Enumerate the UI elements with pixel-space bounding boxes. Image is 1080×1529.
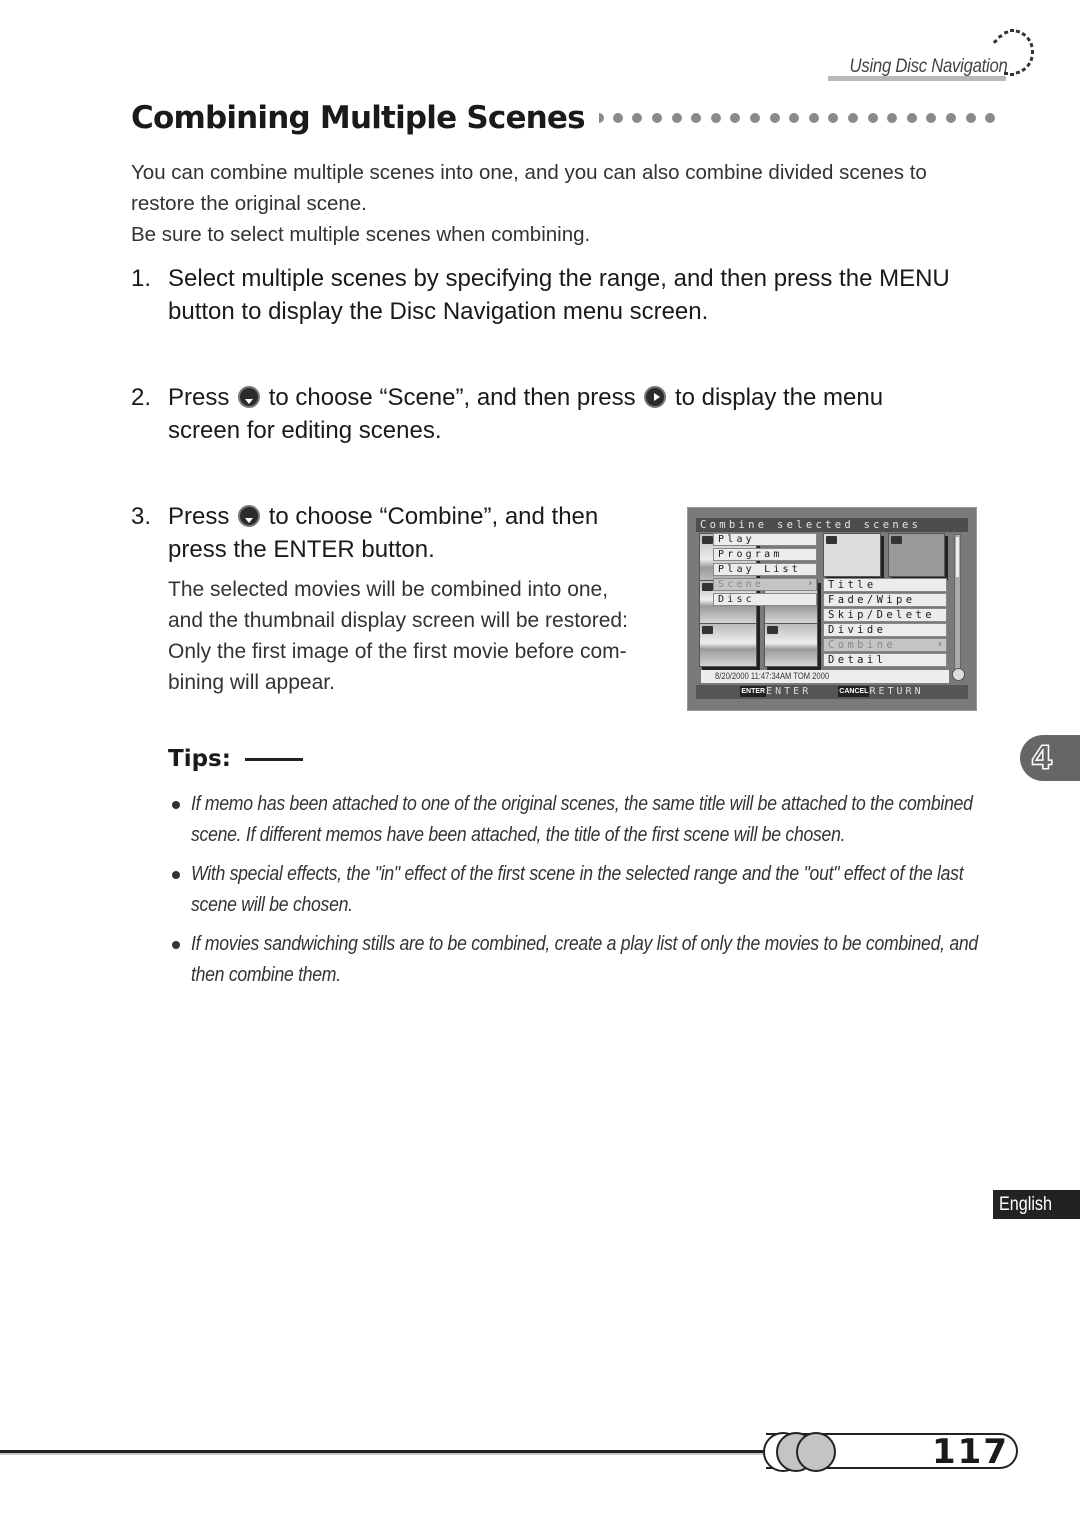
tip-text: If memo has been attached to one of the … [191, 793, 973, 846]
footer-rule [0, 1450, 790, 1455]
description-line: bining will appear. [168, 671, 335, 694]
title-dot-leader [598, 113, 1005, 123]
step-1: 1. Select multiple scenes by specifying … [131, 262, 981, 328]
menu-item-play: Play [713, 533, 817, 546]
camera-icon [767, 626, 778, 634]
step-text: Press [168, 503, 230, 530]
step-3-description: The selected movies will be combined int… [168, 574, 668, 698]
enter-key-icon: ENTER [740, 686, 767, 697]
tip-text: If movies sandwiching stills are to be c… [191, 933, 978, 986]
cancel-key-icon: CANCEL [838, 686, 870, 697]
scene-thumbnail [699, 623, 757, 667]
camera-icon [826, 536, 837, 544]
description-line: Only the first image of the first movie … [168, 640, 627, 663]
step-text: to choose “Scene”, and then press [268, 384, 636, 411]
language-tag: English [993, 1190, 1080, 1219]
menu-item-scene: Scene [713, 578, 817, 591]
submenu-item-detail: Detail [823, 653, 947, 668]
step-number: 3. [131, 503, 152, 530]
scene-thumbnail [764, 623, 818, 667]
intro-paragraph: Be sure to select multiple scenes when c… [131, 223, 591, 246]
tips-heading: Tips: [168, 746, 303, 772]
menu-screen-illustration: Combine selected scenes Play Program Pla… [687, 507, 977, 711]
step-text: to choose “Combine”, and then press the … [168, 503, 599, 563]
down-button-icon [238, 505, 261, 527]
screen-footer: ENTERENTER CANCELRETURN [696, 685, 968, 699]
screen-title: Combine selected scenes [696, 518, 968, 532]
submenu-item-combine: Combine [823, 638, 947, 653]
step-2: 2. Press to choose “Scene”, and then pre… [131, 381, 931, 447]
scene-thumbnail [823, 533, 881, 577]
submenu-item-title: Title [823, 578, 947, 592]
footer-circle-decoration [796, 1432, 836, 1472]
step-text: Press [168, 384, 230, 411]
language-label: English [999, 1194, 1052, 1215]
tip-item: If memo has been attached to one of the … [168, 789, 988, 851]
chapter-number: 4 [1030, 738, 1054, 778]
tip-text: With special effects, the "in" effect of… [191, 863, 964, 916]
header-section-title: Using Disc Navigation [849, 56, 1008, 77]
tips-label: Tips: [168, 746, 231, 772]
intro-paragraph: You can combine multiple scenes into one… [131, 161, 927, 215]
screen-status-bar: 8/20/2000 11:47:34AM TOM 2000 [701, 670, 949, 683]
status-text: 8/20/2000 11:47:34AM TOM 2000 [715, 671, 830, 682]
menu-item-program: Program [713, 548, 817, 561]
tips-rule [244, 757, 303, 761]
return-label: RETURN [869, 686, 924, 697]
screen-scrollbar [954, 534, 961, 670]
submenu-item-fade-wipe: Fade/Wipe [823, 593, 947, 608]
tip-item: With special effects, the "in" effect of… [168, 859, 988, 921]
header-underline [828, 76, 1006, 81]
menu-item-disc: Disc [713, 593, 817, 606]
step-3: 3. Press to choose “Combine”, and then p… [131, 500, 631, 566]
scene-thumbnail [888, 533, 945, 577]
step-number: 2. [131, 384, 152, 411]
intro-text: You can combine multiple scenes into one… [131, 157, 991, 250]
menu-item-play-list: Play List [713, 563, 817, 576]
down-button-icon [238, 386, 261, 408]
description-line: The selected movies will be combined int… [168, 578, 609, 601]
description-line: and the thumbnail display screen will be… [168, 609, 628, 632]
step-text: Select multiple scenes by specifying the… [168, 265, 950, 325]
page-number: 117 [932, 1432, 1009, 1472]
camera-icon [702, 583, 713, 591]
submenu-item-divide: Divide [823, 623, 947, 638]
enter-label: ENTER [766, 686, 812, 697]
title-row: Combining Multiple Scenes [131, 100, 1005, 136]
step-number: 1. [131, 265, 152, 292]
tip-item: If movies sandwiching stills are to be c… [168, 929, 988, 991]
disc-icon [952, 668, 965, 681]
camera-icon [891, 536, 902, 544]
page-title: Combining Multiple Scenes [131, 100, 586, 136]
scene-sub-menu: Title Fade/Wipe Skip/Delete Divide Combi… [823, 578, 947, 669]
camera-icon [702, 536, 713, 544]
tips-list: If memo has been attached to one of the … [168, 789, 988, 999]
right-button-icon [644, 386, 667, 408]
camera-icon [702, 626, 713, 634]
chapter-tab: 4 [1020, 735, 1080, 781]
main-menu: Play Program Play List Scene Disc [713, 533, 817, 608]
submenu-item-skip-delete: Skip/Delete [823, 608, 947, 623]
